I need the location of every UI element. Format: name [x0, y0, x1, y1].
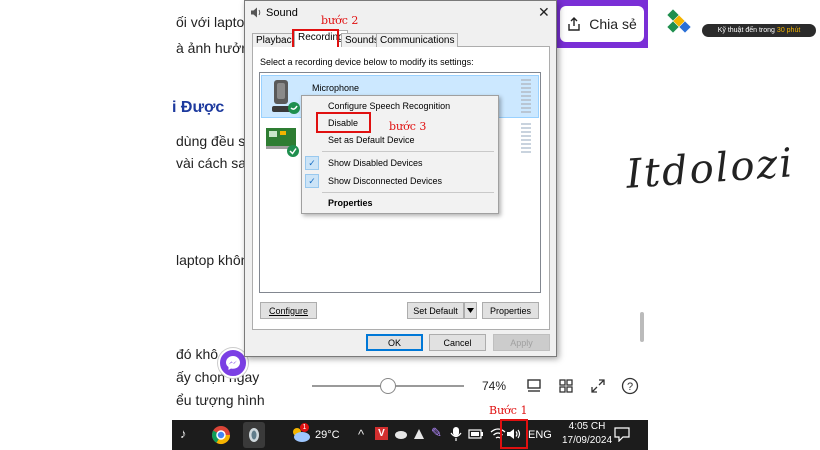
checkmark-icon: ✓ [305, 156, 319, 170]
zoom-value: 74% [482, 379, 507, 393]
tiktok-icon[interactable]: ♪ [180, 427, 187, 441]
set-default-button-label: Set Default [413, 305, 458, 316]
feather-icon[interactable]: ✎ [431, 426, 442, 440]
messenger-icon [226, 356, 240, 370]
zoom-slider-thumb[interactable] [380, 378, 396, 394]
line-in-device-icon [266, 128, 299, 157]
share-button-label: Chia sẻ [589, 16, 637, 32]
article-line: vài cách sa [176, 155, 247, 171]
microphone-device-icon [272, 80, 300, 114]
step2-highlight-box [292, 29, 339, 49]
level-meter-icon [521, 79, 531, 113]
vertical-scrollbar[interactable] [640, 312, 644, 342]
fullscreen-icon[interactable] [590, 378, 606, 394]
menu-item-configure-speech[interactable]: Configure Speech Recognition [328, 101, 450, 111]
instruction-text: Select a recording device below to modif… [260, 57, 474, 67]
menu-item-show-disabled[interactable]: Show Disabled Devices [328, 158, 423, 168]
cloud-icon[interactable] [394, 428, 408, 440]
brand-tagline-highlight: 30 phút [776, 27, 801, 34]
properties-button-label: Properties [489, 305, 532, 316]
article-line: đó khô [176, 346, 219, 362]
menu-separator [322, 151, 494, 152]
set-default-dropdown-button[interactable] [464, 302, 477, 319]
menu-item-show-disconnected[interactable]: Show Disconnected Devices [328, 176, 442, 186]
apply-button[interactable]: Apply [493, 334, 550, 351]
article-line: à ảnh hưởr [176, 40, 246, 56]
clock-date[interactable]: 17/09/2024 [556, 435, 618, 446]
close-icon[interactable]: ✕ [538, 4, 550, 21]
tray-app-icon[interactable] [412, 427, 426, 441]
app-icon [249, 428, 259, 442]
brand-tagline: Kỹ thuật đến trong 30 phút [702, 24, 816, 37]
step2-annotation: bước 2 [321, 14, 359, 27]
chevron-down-icon [467, 308, 474, 313]
article-heading: i Được [172, 99, 225, 116]
configure-button[interactable]: Configure [260, 302, 317, 319]
menu-item-properties[interactable]: Properties [328, 198, 373, 208]
weather-badge: 1 [300, 423, 309, 432]
ok-button[interactable]: OK [366, 334, 423, 351]
chrome-icon[interactable] [211, 425, 231, 445]
grid-view-icon[interactable] [558, 378, 574, 394]
step3-highlight-box [316, 112, 371, 133]
step1-highlight-box [500, 419, 528, 449]
share-icon [568, 17, 580, 31]
notification-icon[interactable] [614, 427, 630, 442]
active-app-button[interactable] [243, 422, 265, 448]
apply-button-label: Apply [510, 337, 533, 348]
article-line: ối với lapto [176, 14, 245, 30]
language-indicator[interactable]: ENG [528, 429, 552, 441]
article-line: laptop khôn [176, 252, 249, 268]
tab-communications[interactable]: Communications [376, 33, 459, 47]
clock-time[interactable]: 4:05 CH [562, 421, 612, 432]
help-icon[interactable]: ? [621, 377, 639, 395]
set-default-button[interactable]: Set Default [407, 302, 464, 319]
menu-separator [322, 192, 494, 193]
article-line: ểu tượng hình [176, 392, 265, 408]
page-view-icon[interactable] [526, 378, 542, 394]
ok-button-label: OK [387, 337, 401, 348]
article-line: ấy chọn ngay [176, 369, 260, 385]
cancel-button-label: Cancel [443, 337, 472, 348]
properties-button[interactable]: Properties [482, 302, 539, 319]
checkmark-icon: ✓ [305, 174, 319, 188]
brand-tagline-text: Kỹ thuật đến trong [717, 27, 775, 34]
article-line: dùng đều s [176, 133, 246, 149]
share-button[interactable]: Chia sẻ [560, 6, 644, 42]
microphone-tray-icon[interactable] [450, 426, 462, 442]
vivaldi-tray-icon[interactable]: V [375, 427, 388, 440]
menu-item-set-default[interactable]: Set as Default Device [328, 135, 415, 145]
signature-watermark: Itdolozi [624, 140, 796, 198]
configure-button-label: Configure [268, 305, 309, 316]
cancel-button[interactable]: Cancel [429, 334, 486, 351]
sound-dialog-icon [251, 7, 261, 18]
step3-annotation: bước 3 [389, 120, 427, 133]
dialog-title: Sound [266, 7, 298, 19]
device-name: Microphone [312, 83, 360, 93]
step1-annotation: Bước 1 [489, 404, 528, 417]
battery-icon[interactable] [468, 428, 484, 440]
brand-logo-icon [667, 9, 691, 33]
weather-temperature: 29°C [315, 429, 340, 441]
svg-text:?: ? [627, 381, 633, 393]
screen: ối với lapto à ảnh hưởr i Được dùng đều … [0, 0, 820, 450]
chevron-up-icon[interactable]: ^ [358, 428, 364, 442]
level-meter-icon [521, 123, 531, 153]
